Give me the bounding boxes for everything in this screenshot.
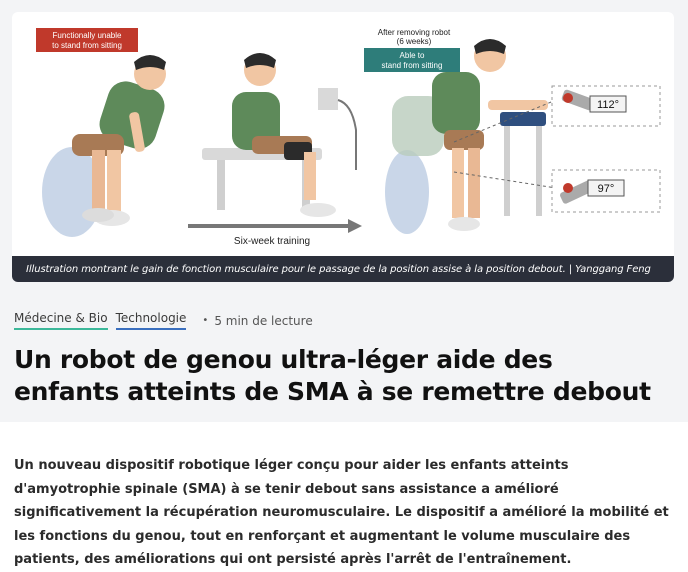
label-training: Six-week training [234, 236, 310, 247]
meta-separator: • [202, 315, 209, 326]
label-able-line-2: stand from sitting [382, 61, 443, 70]
angle-readout-bottom: 97° [598, 183, 615, 195]
label-after-line-1: After removing robot [378, 28, 451, 37]
read-time: 5 min de lecture [214, 313, 313, 328]
label-unable: Functionally unable to stand from sittin… [36, 28, 138, 52]
figure-caption: Illustration montrant le gain de fonctio… [26, 263, 651, 275]
article-lede: Un nouveau dispositif robotique léger co… [14, 458, 669, 567]
caption-bar: Illustration montrant le gain de fonctio… [12, 256, 674, 282]
child-training-figure [202, 53, 357, 217]
angle-readout-top: 112° [597, 99, 619, 111]
article-title: Un robot de genou ultra-léger aide des e… [14, 345, 651, 406]
tag-medecine-bio[interactable]: Médecine & Bio [14, 311, 108, 330]
article-meta: Médecine & Bio Technologie • 5 min de le… [14, 311, 313, 330]
training-arrow: Six-week training [188, 219, 362, 247]
gauge-top: 112° [551, 85, 661, 127]
gauge-bottom: 97° [551, 169, 661, 213]
label-unable-line-1: Functionally unable [53, 31, 122, 40]
label-after: After removing robot (6 weeks) Able to s… [364, 28, 460, 72]
tag-technologie[interactable]: Technologie [115, 311, 187, 330]
hero-figure: Functionally unable to stand from sittin… [12, 12, 674, 282]
label-unable-line-2: to stand from sitting [52, 41, 122, 50]
label-after-line-2: (6 weeks) [397, 37, 432, 46]
label-able-line-1: Able to [400, 51, 425, 60]
illustration: Functionally unable to stand from sittin… [36, 28, 661, 247]
child-unable-figure [42, 55, 166, 237]
